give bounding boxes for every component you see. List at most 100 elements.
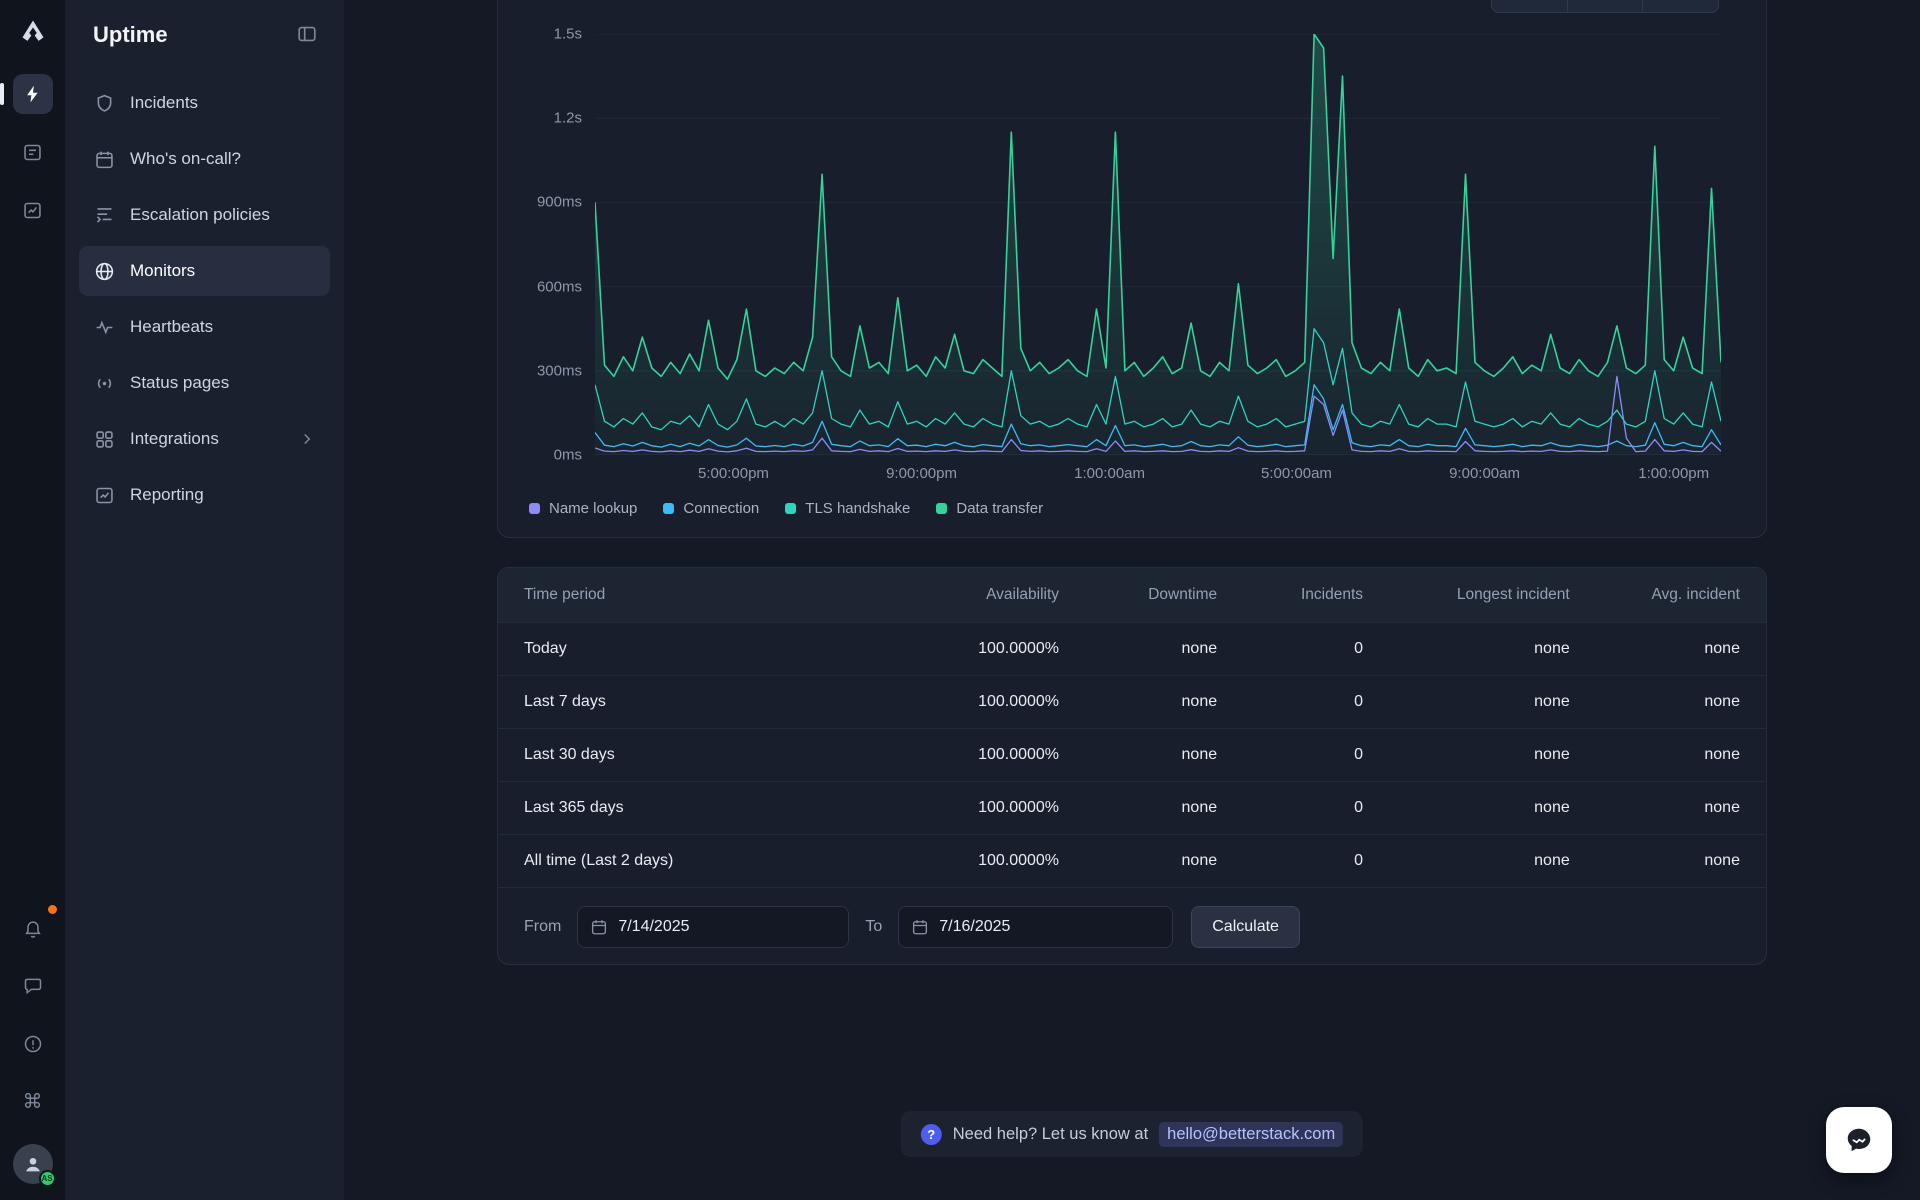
table-cell: 100.0000% (889, 852, 1059, 870)
column-header: Avg. incident (1570, 586, 1740, 604)
broadcast-icon (93, 372, 115, 394)
table-cell: none (1570, 746, 1740, 764)
response-time-plot[interactable] (595, 34, 1721, 455)
sidebar-item-heartbeats[interactable]: Heartbeats (79, 302, 330, 352)
sidebar-item-label: Escalation policies (130, 205, 270, 225)
info-circle-icon (23, 1034, 43, 1054)
table-cell: Last 30 days (524, 746, 889, 764)
legend-item[interactable]: Data transfer (936, 500, 1043, 517)
column-header: Availability (889, 586, 1059, 604)
y-axis-tick-label: 900ms (537, 194, 582, 211)
question-mark-icon: ? (921, 1124, 942, 1145)
table-cell: Today (524, 640, 889, 658)
to-date-field[interactable] (898, 906, 1173, 948)
sidebar-item-whos-on-call[interactable]: Who's on-call? (79, 134, 330, 184)
table-cell: none (1059, 799, 1217, 817)
chat-widget-icon (1844, 1125, 1874, 1155)
rail-active-indicator (0, 83, 4, 105)
user-avatar[interactable]: AS (13, 1144, 53, 1184)
sidebar-item-monitors[interactable]: Monitors (79, 246, 330, 296)
table-cell: 100.0000% (889, 640, 1059, 658)
chevron-right-icon (298, 430, 316, 448)
support-email-link[interactable]: hello@betterstack.com (1159, 1122, 1343, 1147)
from-label: From (524, 918, 561, 936)
icon-rail: ⌘ AS (0, 0, 65, 1200)
legend-item[interactable]: TLS handshake (785, 500, 910, 517)
x-axis-tick-label: 9:00:00pm (886, 465, 957, 482)
response-time-chart-card: 0ms300ms600ms900ms1.2s1.5s 5:00:00pm9:00… (497, 0, 1767, 538)
legend-swatch (936, 503, 947, 514)
table-cell: none (1570, 693, 1740, 711)
sidebar-item-status-pages[interactable]: Status pages (79, 358, 330, 408)
collapse-sidebar-icon[interactable] (296, 23, 320, 47)
chat-widget-button[interactable] (1826, 1107, 1892, 1173)
app-window: ⌘ AS Uptime Incidents Who's on-call? (0, 0, 1920, 1200)
x-axis-tick-label: 5:00:00pm (698, 465, 769, 482)
rail-logs-button[interactable] (13, 132, 53, 172)
legend-swatch (529, 503, 540, 514)
column-header: Incidents (1217, 586, 1363, 604)
globe-icon (93, 260, 115, 282)
table-cell: 0 (1217, 640, 1363, 658)
main-content: 0ms300ms600ms900ms1.2s1.5s 5:00:00pm9:00… (344, 0, 1920, 1200)
sidebar-item-label: Status pages (130, 373, 229, 393)
rail-metrics-button[interactable] (13, 190, 53, 230)
column-header: Longest incident (1363, 586, 1570, 604)
to-label: To (865, 918, 882, 936)
sidebar-item-label: Heartbeats (130, 317, 213, 337)
to-date-input[interactable] (939, 918, 1109, 936)
availability-table-card: Time period Availability Downtime Incide… (497, 567, 1767, 965)
table-cell: 0 (1217, 799, 1363, 817)
bolt-icon (23, 84, 43, 104)
list-card-icon (22, 142, 43, 163)
table-cell: none (1059, 640, 1217, 658)
calculate-button[interactable]: Calculate (1191, 906, 1300, 948)
table-cell: 100.0000% (889, 799, 1059, 817)
sidebar-nav: Incidents Who's on-call? Escalation poli… (79, 78, 330, 520)
table-cell: none (1059, 693, 1217, 711)
shield-icon (93, 92, 115, 114)
x-axis-tick-label: 5:00:00am (1261, 465, 1332, 482)
betterstack-logo-icon[interactable] (16, 14, 50, 48)
calendar-icon (590, 918, 608, 936)
table-cell: 0 (1217, 746, 1363, 764)
sidebar-item-integrations[interactable]: Integrations (79, 414, 330, 464)
x-axis-tick-label: 1:00:00pm (1638, 465, 1709, 482)
timeframe-segmented-control (1491, 0, 1719, 13)
table-cell: 0 (1217, 852, 1363, 870)
timeframe-option[interactable] (1643, 0, 1718, 12)
table-cell: none (1059, 852, 1217, 870)
feedback-button[interactable] (13, 966, 53, 1006)
legend-item[interactable]: Connection (663, 500, 759, 517)
y-axis-tick-label: 600ms (537, 278, 582, 295)
sidebar-item-escalation-policies[interactable]: Escalation policies (79, 190, 330, 240)
y-axis-tick-label: 1.2s (554, 110, 582, 127)
legend-swatch (785, 503, 796, 514)
person-icon (22, 1153, 44, 1175)
y-axis-tick-label: 300ms (537, 362, 582, 379)
from-date-input[interactable] (618, 918, 788, 936)
table-header-row: Time period Availability Downtime Incide… (498, 568, 1766, 622)
sidebar-item-label: Integrations (130, 429, 219, 449)
legend-item[interactable]: Name lookup (529, 500, 637, 517)
from-date-field[interactable] (577, 906, 849, 948)
pulse-icon (93, 316, 115, 338)
chart-legend: Name lookup Connection TLS handshake Data t… (529, 500, 1043, 517)
response-time-chart (595, 34, 1721, 455)
rail-uptime-button[interactable] (13, 74, 53, 114)
command-menu-button[interactable]: ⌘ (13, 1082, 53, 1122)
y-axis-tick-label: 1.5s (554, 26, 582, 43)
status-info-button[interactable] (13, 1024, 53, 1064)
timeframe-option[interactable] (1492, 0, 1568, 12)
table-cell: none (1570, 799, 1740, 817)
date-range-form: From To Calculate (498, 887, 1766, 965)
table-row: All time (Last 2 days)100.0000%none0none… (498, 834, 1766, 887)
command-icon: ⌘ (23, 1092, 43, 1112)
grid-icon (93, 428, 115, 450)
x-axis-tick-label: 1:00:00am (1074, 465, 1145, 482)
sidebar-item-reporting[interactable]: Reporting (79, 470, 330, 520)
notifications-button[interactable] (13, 908, 53, 948)
trend-card-icon (22, 200, 43, 221)
sidebar-item-incidents[interactable]: Incidents (79, 78, 330, 128)
timeframe-option[interactable] (1568, 0, 1644, 12)
